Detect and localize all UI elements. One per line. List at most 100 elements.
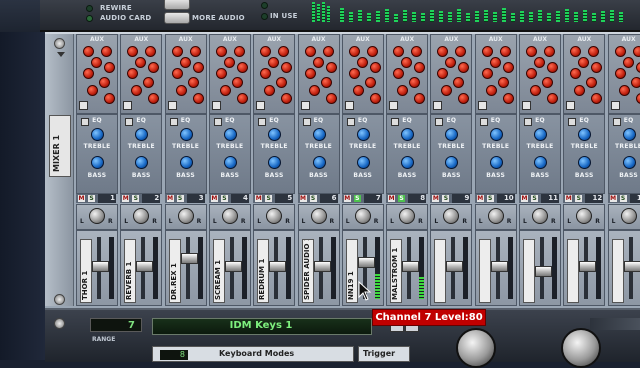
aux-send-knob[interactable] — [87, 85, 98, 96]
bass-knob[interactable] — [401, 156, 414, 169]
aux-send-knob[interactable] — [278, 46, 289, 57]
aux-send-knob[interactable] — [216, 68, 227, 79]
aux-send-knob[interactable] — [500, 46, 511, 57]
synth-knob[interactable] — [561, 328, 601, 368]
aux-send-knob[interactable] — [83, 68, 94, 79]
pre-fader-button[interactable] — [433, 101, 442, 110]
aux-send-knob[interactable] — [143, 77, 154, 88]
aux-send-knob[interactable] — [588, 46, 599, 57]
solo-button[interactable]: S — [177, 195, 184, 202]
pan-knob[interactable] — [311, 208, 327, 224]
aux-send-knob[interactable] — [260, 46, 271, 57]
aux-send-knob[interactable] — [578, 57, 589, 68]
aux-send-knob[interactable] — [526, 68, 537, 79]
channel-level-fader[interactable] — [358, 257, 375, 268]
aux-send-knob[interactable] — [414, 93, 425, 104]
channel-name-tape[interactable]: NN19 1 — [346, 239, 358, 303]
aux-send-knob[interactable] — [127, 46, 138, 57]
mute-button[interactable]: M — [211, 195, 218, 202]
aux-send-knob[interactable] — [370, 93, 381, 104]
aux-send-knob[interactable] — [224, 57, 235, 68]
channel-name-tape[interactable]: SPIDER AUDIO 1 — [302, 239, 314, 303]
solo-button[interactable]: S — [221, 195, 228, 202]
aux-send-knob[interactable] — [264, 85, 275, 96]
treble-knob[interactable] — [445, 128, 458, 141]
channel-name-tape[interactable] — [479, 239, 491, 303]
channel-level-fader[interactable] — [446, 261, 463, 272]
aux-send-knob[interactable] — [636, 62, 640, 73]
pre-fader-button[interactable] — [79, 101, 88, 110]
aux-send-knob[interactable] — [127, 68, 138, 79]
aux-send-knob[interactable] — [326, 62, 337, 73]
aux-send-knob[interactable] — [313, 57, 324, 68]
solo-button[interactable]: S — [487, 195, 494, 202]
channel-level-fader[interactable] — [92, 261, 109, 272]
pre-fader-button[interactable] — [611, 101, 620, 110]
aux-send-knob[interactable] — [188, 77, 199, 88]
bass-knob[interactable] — [623, 156, 636, 169]
aux-send-knob[interactable] — [172, 68, 183, 79]
mute-button[interactable]: M — [78, 195, 85, 202]
aux-send-knob[interactable] — [305, 46, 316, 57]
aux-send-knob[interactable] — [281, 93, 292, 104]
treble-knob[interactable] — [623, 128, 636, 141]
channel-level-fader[interactable] — [269, 261, 286, 272]
aux-send-knob[interactable] — [260, 68, 271, 79]
aux-send-knob[interactable] — [498, 77, 509, 88]
aux-send-knob[interactable] — [437, 46, 448, 57]
aux-send-knob[interactable] — [409, 77, 420, 88]
aux-send-knob[interactable] — [99, 77, 110, 88]
aux-send-knob[interactable] — [321, 77, 332, 88]
aux-send-knob[interactable] — [455, 46, 466, 57]
bass-knob[interactable] — [534, 156, 547, 169]
treble-knob[interactable] — [224, 128, 237, 141]
mute-button[interactable]: M — [344, 195, 351, 202]
aux-send-knob[interactable] — [530, 85, 541, 96]
pre-fader-button[interactable] — [168, 101, 177, 110]
aux-send-knob[interactable] — [591, 93, 602, 104]
aux-send-knob[interactable] — [503, 62, 514, 73]
pan-knob[interactable] — [133, 208, 149, 224]
channel-name-tape[interactable]: SCREAM 1 — [213, 239, 225, 303]
aux-send-knob[interactable] — [547, 62, 558, 73]
aux-send-knob[interactable] — [349, 46, 360, 57]
channel-level-fader[interactable] — [491, 261, 508, 272]
aux-send-knob[interactable] — [370, 62, 381, 73]
aux-send-knob[interactable] — [441, 85, 452, 96]
aux-send-knob[interactable] — [397, 85, 408, 96]
channel-level-fader[interactable] — [314, 261, 331, 272]
solo-button[interactable]: S — [575, 195, 582, 202]
channel-name-tape[interactable]: DR.REX 1 — [169, 239, 181, 303]
pan-knob[interactable] — [178, 208, 194, 224]
aux-send-knob[interactable] — [591, 62, 602, 73]
aux-send-knob[interactable] — [482, 46, 493, 57]
aux-send-knob[interactable] — [526, 46, 537, 57]
solo-button[interactable]: S — [132, 195, 139, 202]
pre-fader-button[interactable] — [389, 101, 398, 110]
channel-name-tape[interactable]: REVERB 1 — [124, 239, 136, 303]
pan-knob[interactable] — [488, 208, 504, 224]
channel-name-tape[interactable]: THOR 1 — [80, 239, 92, 303]
solo-button[interactable]: S — [531, 195, 538, 202]
mute-button[interactable]: M — [477, 195, 484, 202]
solo-button[interactable]: S — [620, 195, 627, 202]
aux-send-knob[interactable] — [172, 46, 183, 57]
mute-button[interactable]: M — [122, 195, 129, 202]
aux-send-knob[interactable] — [276, 77, 287, 88]
bass-knob[interactable] — [224, 156, 237, 169]
solo-button[interactable]: S — [310, 195, 317, 202]
pan-knob[interactable] — [399, 208, 415, 224]
mute-button[interactable]: M — [167, 195, 174, 202]
treble-knob[interactable] — [490, 128, 503, 141]
aux-send-knob[interactable] — [357, 57, 368, 68]
pan-knob[interactable] — [443, 208, 459, 224]
mute-button[interactable]: M — [255, 195, 262, 202]
aux-send-knob[interactable] — [542, 77, 553, 88]
aux-send-knob[interactable] — [145, 46, 156, 57]
aux-send-knob[interactable] — [353, 85, 364, 96]
aux-send-knob[interactable] — [83, 46, 94, 57]
bass-knob[interactable] — [490, 156, 503, 169]
pre-fader-button[interactable] — [123, 101, 132, 110]
aux-send-knob[interactable] — [237, 62, 248, 73]
pan-knob[interactable] — [576, 208, 592, 224]
